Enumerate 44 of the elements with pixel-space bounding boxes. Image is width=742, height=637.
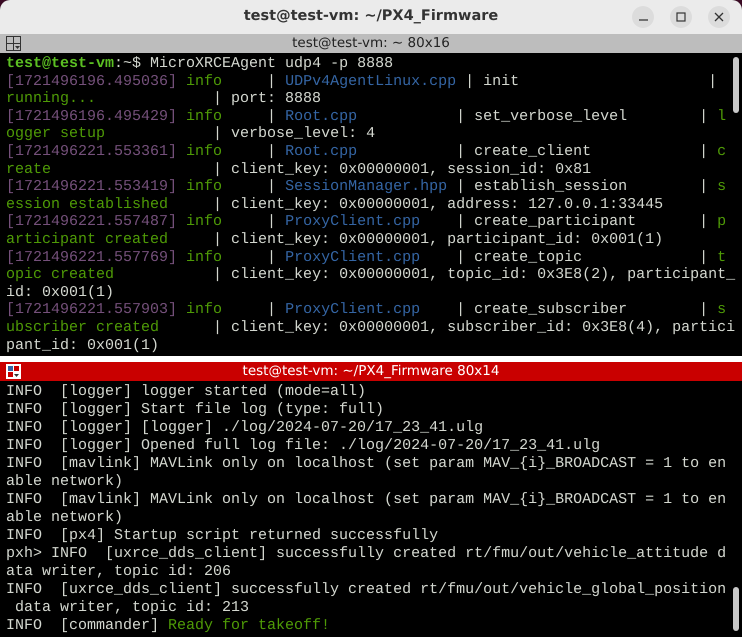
pane-title: test@test-vm: ~/PX4_Firmware 80x14	[242, 362, 500, 382]
terminal-line: [1721496221.553361] info | Root.cpp | create_client | c	[6, 142, 726, 161]
scrollbar-thumb[interactable]	[733, 57, 739, 113]
terminal-line: [1721496221.557487] info | ProxyClient.cpp | create_participant | p	[6, 213, 726, 231]
terminal-line: pxh> INFO [uxrce_dds_client] successfully created rt/fmu/out/vehicle_attitude d	[6, 545, 726, 564]
terminal-line: ubscriber created | client_key: 0x00000001, subscriber_id: 0x3E8(4), partici	[6, 318, 736, 336]
terminal-line: data writer, topic id: 213	[14, 599, 250, 618]
terminal-line: [1721496221.557903] info | ProxyClient.cpp | create_subscriber | s	[6, 301, 726, 319]
terminal-line: INFO [logger] logger started (mode=all)	[6, 383, 366, 402]
terminal-line: INFO [logger] Opened full log file: ./log/2024-07-20/17_23_41.ulg	[6, 437, 600, 456]
terminal-line: [1721496221.553419] info | SessionManager.hpp | establish_session | s	[6, 178, 726, 196]
terminal-line: INFO [mavlink] MAVLink only on localhost (set param MAV_{i}_BROADCAST = 1 to en	[6, 491, 726, 510]
terminal-line: INFO [uxrce_dds_client] successfully created rt/fmu/out/vehicle_global_position	[6, 581, 726, 600]
scrollbar-thumb[interactable]	[733, 587, 739, 631]
terminal-line: [1721496221.557769] info | ProxyClient.cpp | create_topic | t	[6, 248, 726, 266]
close-button[interactable]	[708, 6, 730, 28]
pane-title-bar[interactable]: test@test-vm: ~/PX4_Firmware 80x14	[0, 362, 742, 382]
terminal-line: able network)	[6, 509, 124, 528]
terminal-line: ata writer, topic id: 206	[6, 563, 232, 582]
terminal-line: able network)	[6, 473, 124, 492]
terminal-line: [1721496196.495036] info | UDPv4AgentLinux.cpp | init |	[6, 72, 718, 90]
pane-title: test@test-vm: ~ 80x16	[292, 34, 450, 54]
terminal-line: [1721496196.495429] info | Root.cpp | set_verbose_level | l	[6, 108, 726, 126]
close-icon	[714, 12, 724, 22]
terminal-line: opic created | client_key: 0x00000001, topic_id: 0x3E8(2), participant_	[6, 266, 736, 284]
terminal-line: INFO [commander] Ready for takeoff!	[6, 617, 330, 636]
terminal-line: pant_id: 0x001(1)	[6, 336, 160, 354]
terminal-line: INFO [logger] Start file log (type: full)	[6, 401, 384, 420]
pane-title-bar[interactable]: test@test-vm: ~ 80x16	[0, 34, 742, 53]
terminal-line: ession established | client_key: 0x00000001, address: 127.0.0.1:33445	[6, 196, 664, 214]
terminal-line: INFO [logger] [logger] ./log/2024-07-20/17_23_41.ulg	[6, 419, 484, 438]
maximize-button[interactable]	[670, 6, 692, 28]
grid-icon[interactable]	[6, 36, 21, 51]
terminal-line: INFO [mavlink] MAVLink only on localhost (set param MAV_{i}_BROADCAST = 1 to en	[6, 455, 726, 474]
terminal-line: test@test-vm:~$ MicroXRCEAgent udp4 -p 8888	[6, 55, 394, 73]
terminal-line: reate | client_key: 0x00000001, session_id: 0x81	[6, 160, 592, 178]
terminal-line: ogger setup | verbose_level: 4	[6, 125, 376, 143]
maximize-icon	[676, 12, 686, 22]
window-title: test@test-vm: ~/PX4_Firmware	[244, 7, 498, 26]
minimize-icon	[638, 19, 648, 21]
terminal-line: id: 0x001(1)	[6, 284, 114, 302]
terminal-line: INFO [px4] Startup script returned successfully	[6, 527, 438, 546]
terminal-line: articipant created | client_key: 0x00000001, participant_id: 0x001(1)	[6, 230, 664, 249]
terminal-line: running... | port: 8888	[6, 90, 322, 108]
